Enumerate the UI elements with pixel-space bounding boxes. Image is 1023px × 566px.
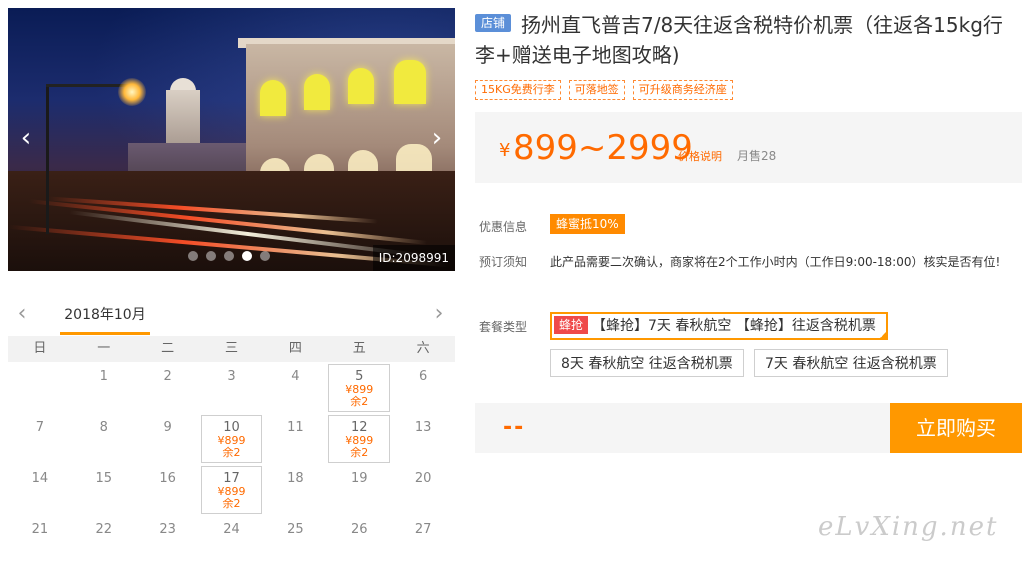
monthly-sales: 月售28 [737, 149, 777, 163]
calendar-day: 26 [350, 522, 368, 537]
feature-tag: 可升级商务经济座 [632, 80, 733, 100]
calendar-day: 11 [287, 420, 304, 435]
calendar-nav: ‹ 2018年10月 › [8, 300, 455, 336]
calendar-day-available[interactable]: 12 ¥899 余2 [327, 413, 391, 464]
chevron-right-icon[interactable]: › [425, 125, 449, 151]
package-option[interactable]: 7天 春秋航空 往返含税机票 [754, 349, 948, 377]
chevron-left-icon[interactable]: ‹ [14, 125, 38, 151]
photo-street-lamp [118, 78, 146, 106]
calendar-day-available[interactable]: 10 ¥899 余2 [200, 413, 264, 464]
calendar-day: 27 [414, 522, 432, 537]
purchase-bar: -- [475, 403, 890, 453]
calendar-day: 8 [99, 420, 108, 435]
promo-tag: 蜂蜜抵10% [550, 214, 625, 234]
calendar-week: 21 22 23 24 25 26 27 [8, 515, 455, 566]
photo-window [260, 80, 286, 116]
photo-lamp-post [46, 84, 49, 234]
calendar-day: 3 [227, 369, 236, 384]
calendar-day-available[interactable]: 5 ¥899 余2 [327, 362, 391, 413]
day-stock: 余2 [350, 395, 369, 408]
promo-label: 优惠信息 [479, 220, 528, 234]
calendar-day-available[interactable]: 17 ¥899 余2 [200, 464, 264, 515]
photo-window [394, 60, 426, 104]
carousel-dot[interactable] [260, 251, 270, 261]
feature-tag: 15KG免费行李 [475, 80, 561, 100]
calendar-month-tab[interactable]: 2018年10月 [60, 300, 150, 335]
calendar-day: 15 [95, 471, 113, 486]
price-explain-link[interactable]: 价格说明 [678, 148, 722, 164]
weekday: 日 [33, 341, 47, 356]
calendar-day: 22 [95, 522, 113, 537]
carousel-dots [188, 251, 270, 261]
store-badge[interactable]: 店铺 [475, 14, 512, 32]
calendar-day: 24 [223, 522, 240, 537]
photo-carousel[interactable]: ‹ › ID:2098991 [8, 8, 455, 271]
calendar-weekday-header: 日 一 二 三 四 五 六 [8, 336, 455, 362]
carousel-dot[interactable] [224, 251, 234, 261]
calendar-day: 19 [350, 471, 368, 486]
currency-symbol: ¥ [499, 140, 511, 161]
weekday: 二 [161, 341, 175, 356]
carousel-dot[interactable] [188, 251, 198, 261]
weekday: 六 [416, 341, 430, 356]
notice-label: 预订须知 [479, 255, 528, 269]
photo-window [348, 68, 374, 104]
calendar-day: 1 [99, 369, 108, 384]
price-panel: ¥ 899~2999 价格说明 月售28 [475, 112, 1022, 183]
feature-tag: 可落地签 [568, 80, 625, 100]
weekday: 一 [97, 341, 111, 356]
day-stock: 余2 [222, 497, 241, 510]
calendar-day [8, 362, 72, 413]
buy-now-button[interactable]: 立即购买 [890, 403, 1022, 453]
weekday: 四 [288, 341, 302, 356]
calendar-week: 7 8 9 10 ¥899 余2 11 12 ¥899 余2 13 [8, 413, 455, 464]
calendar-day: 2 [163, 369, 172, 384]
chevron-right-icon[interactable]: › [429, 302, 449, 326]
day-stock: 余2 [222, 446, 241, 459]
calendar-day: 16 [159, 471, 176, 486]
calendar-day: 20 [414, 471, 432, 486]
calendar-day: 18 [287, 471, 304, 486]
calendar-day: 25 [287, 522, 304, 537]
notice-text: 此产品需要二次确认，商家将在2个工作小时内（工作日9:00-18:00）核实是否… [550, 255, 1001, 269]
package-type-label: 套餐类型 [479, 320, 528, 334]
chevron-left-icon[interactable]: ‹ [12, 302, 32, 326]
weekday: 五 [352, 341, 366, 356]
package-option-label: 【蜂抢】7天 春秋航空 【蜂抢】往返含税机票 [592, 318, 876, 334]
photo-id-label: ID:2098991 [372, 245, 455, 271]
calendar-day: 6 [418, 369, 428, 384]
package-option[interactable]: 8天 春秋航空 往返含税机票 [550, 349, 744, 377]
calendar-day: 21 [31, 522, 49, 537]
photo-window [304, 74, 330, 110]
weekday: 三 [225, 341, 239, 356]
product-tags: 15KG免费行李 可落地签 可升级商务经济座 [475, 80, 733, 100]
day-stock: 余2 [350, 446, 369, 459]
calendar-day: 7 [35, 420, 45, 435]
total-price: -- [503, 415, 526, 440]
calendar-day: 23 [159, 522, 176, 537]
calendar-day: 4 [291, 369, 300, 384]
carousel-dot[interactable] [206, 251, 216, 261]
calendar: 日 一 二 三 四 五 六 1 2 3 4 5 ¥899 余2 6 7 8 9 … [8, 336, 455, 566]
package-option-label: 7天 春秋航空 往返含税机票 [765, 356, 937, 372]
site-watermark: eLvXing.net [818, 512, 999, 542]
carousel-dot-active[interactable] [242, 251, 252, 261]
calendar-day: 13 [414, 420, 432, 435]
calendar-week: 14 15 16 17 ¥899 余2 18 19 20 [8, 464, 455, 515]
package-option-selected[interactable]: 蜂抢 【蜂抢】7天 春秋航空 【蜂抢】往返含税机票 ✓ [550, 312, 888, 340]
calendar-week: 1 2 3 4 5 ¥899 余2 6 [8, 362, 455, 413]
price-range: 899~2999 [513, 128, 693, 168]
flash-sale-badge: 蜂抢 [554, 316, 589, 334]
product-title: 扬州直飞普吉7/8天往返含税特价机票（往返各15kg行李+赠送电子地图攻略) [475, 13, 1003, 67]
package-option-label: 8天 春秋航空 往返含税机票 [561, 356, 733, 372]
calendar-day: 14 [31, 471, 49, 486]
calendar-day: 9 [163, 420, 172, 435]
check-icon: ✓ [879, 331, 886, 340]
